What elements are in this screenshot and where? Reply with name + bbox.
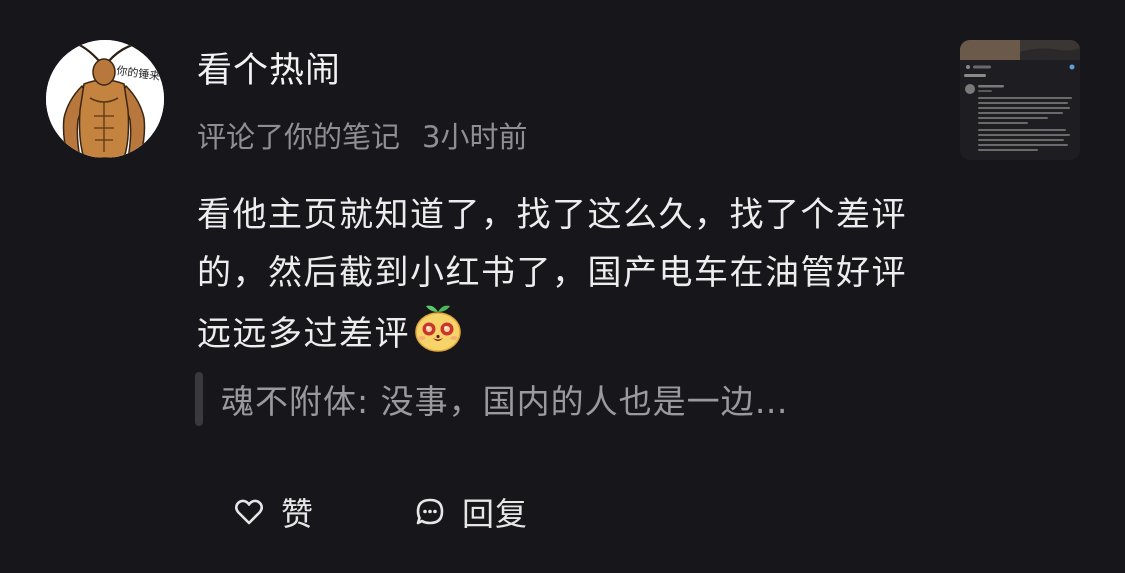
comment-text: 看他主页就知道了，找了这么久，找了个差评的，然后截到小红书了，国产电车在油管好评… (197, 195, 907, 354)
reply-button[interactable]: 回复 (414, 489, 528, 535)
reply-label: 回复 (462, 495, 529, 533)
grinning-face-emoji-icon (412, 302, 464, 354)
avatar-illustration: 你的锤来了 (46, 40, 164, 158)
note-thumbnail[interactable] (960, 40, 1080, 160)
like-button[interactable]: 赞 (233, 489, 314, 535)
timestamp: 3小时前 (422, 120, 528, 154)
quote-bar (195, 372, 203, 426)
username[interactable]: 看个热闹 (197, 48, 341, 94)
like-label: 赞 (281, 495, 315, 533)
note-thumbnail-image (960, 40, 1080, 160)
comment-meta: 评论了你的笔记 3小时前 (197, 117, 527, 157)
heart-outline-icon (233, 496, 265, 528)
action-bar: 赞 回复 (233, 488, 528, 536)
quoted-text: 魂不附体: 没事，国内的人也是一边… (221, 382, 789, 421)
comment-notification: 你的锤来了 看个热闹 评论了你的笔记 3小时前 看他主页就知道了，找了这么久，找了… (0, 0, 1125, 573)
user-avatar[interactable]: 你的锤来了 (46, 40, 164, 158)
chat-bubble-icon (414, 496, 446, 528)
quoted-comment[interactable]: 魂不附体: 没事，国内的人也是一边… (195, 371, 789, 427)
action-text: 评论了你的笔记 (197, 120, 401, 154)
comment-body: 看他主页就知道了，找了这么久，找了个差评的，然后截到小红书了，国产电车在油管好评… (197, 186, 927, 363)
